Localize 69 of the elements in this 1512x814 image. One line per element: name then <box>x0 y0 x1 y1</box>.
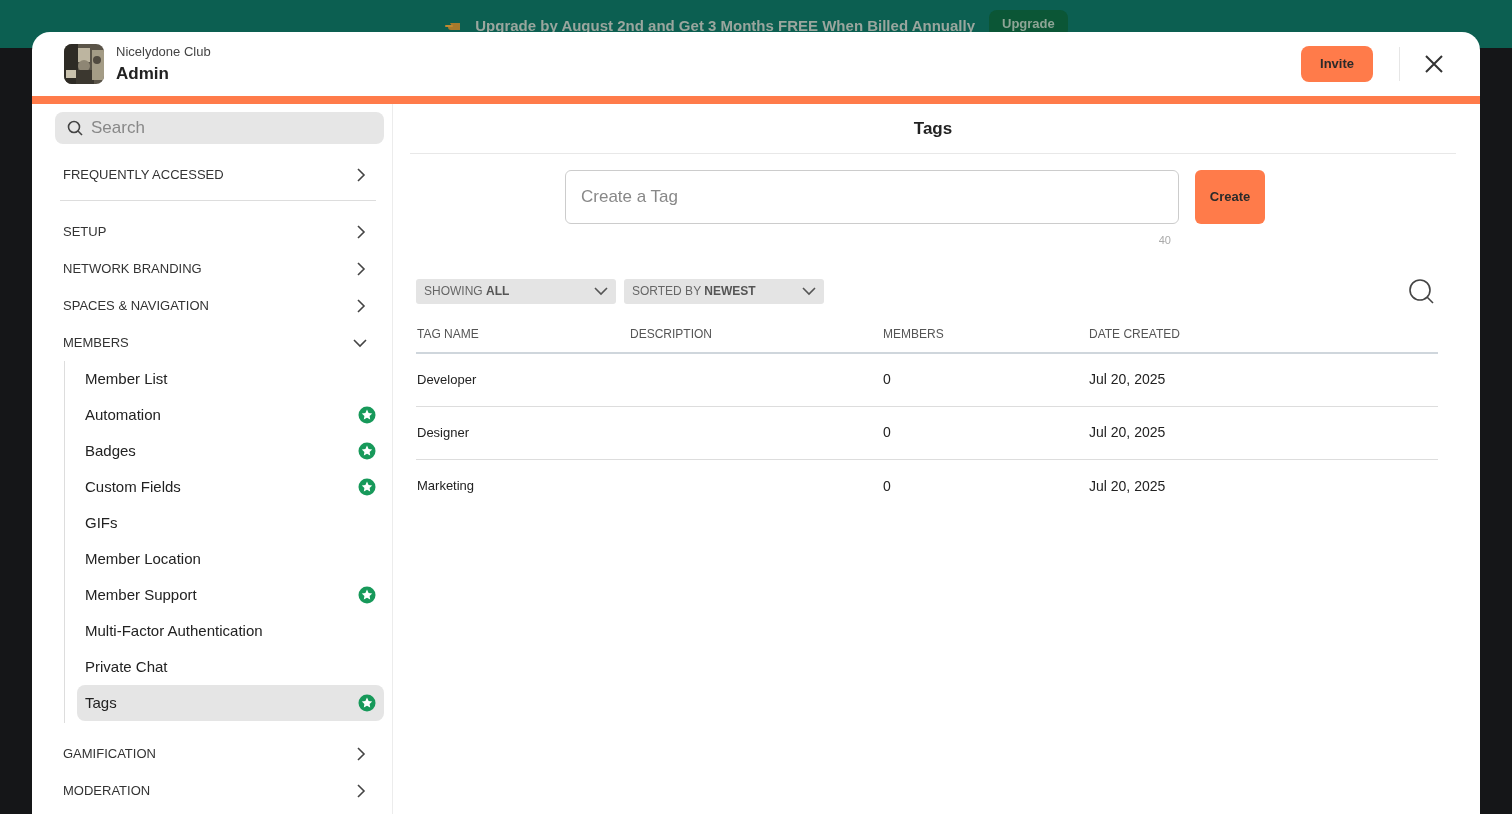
item-label: Member List <box>85 368 168 389</box>
chevron-right-icon <box>354 168 368 182</box>
search-icon <box>1409 278 1434 304</box>
column-header: DATE CREATED <box>1089 325 1181 343</box>
column-header: TAG NAME <box>416 325 480 343</box>
section-label: FREQUENTLY ACCESSED <box>63 166 224 185</box>
sidebar-item[interactable]: Badges <box>77 433 384 469</box>
section-title: Tags <box>913 117 953 140</box>
column-header: MEMBERS <box>883 325 945 343</box>
sidebar-section[interactable]: FREQUENTLY ACCESSED <box>55 150 384 200</box>
table-cell-text: Jul 20, 2025 <box>1089 423 1167 442</box>
section-label: NETWORK BRANDING <box>63 259 202 278</box>
chevron-right-icon <box>354 261 368 276</box>
filter-dropdown[interactable]: SHOWING ALL <box>416 278 616 304</box>
table-cell-text: Jul 20, 2025 <box>1089 476 1167 496</box>
item-label: Member Support <box>85 584 197 605</box>
sidebar-section[interactable]: SPACES & NAVIGATION <box>55 287 384 324</box>
search-icon <box>67 120 83 136</box>
close-icon <box>1424 54 1444 74</box>
table-cell-text: Developer <box>416 370 478 389</box>
table-cell-text: 0 <box>883 423 892 442</box>
section-label: MEMBERS <box>63 333 129 352</box>
sidebar-section[interactable]: MODERATION <box>55 772 384 809</box>
invite-button[interactable]: Invite <box>1301 46 1373 82</box>
chevron-right-icon <box>354 783 368 798</box>
sidebar-item[interactable]: Multi-Factor Authentication <box>77 613 384 649</box>
filter-dropdown[interactable]: SORTED BY NEWEST <box>624 278 824 304</box>
sidebar-item[interactable]: Private Chat <box>77 649 384 685</box>
tag-name-field[interactable]: Create a Tag <box>565 170 1179 224</box>
item-label: Tags <box>85 692 117 713</box>
sidebar-section[interactable]: GAMIFICATION <box>55 735 384 772</box>
column-header: DESCRIPTION <box>630 325 713 343</box>
pointing-hand-icon <box>444 20 462 32</box>
item-label: Multi-Factor Authentication <box>85 620 263 641</box>
item-label: Custom Fields <box>85 476 181 497</box>
sidebar-section[interactable]: SETUP <box>55 213 384 250</box>
table-cell-text: 0 <box>883 476 892 496</box>
table-cell-text: Jul 20, 2025 <box>1089 370 1167 389</box>
item-label: Private Chat <box>85 656 168 677</box>
sidebar-item[interactable]: Member List <box>77 361 384 397</box>
create-button[interactable]: Create <box>1195 170 1265 224</box>
sidebar-section[interactable]: NETWORK BRANDING <box>55 250 384 287</box>
search-field[interactable]: Search <box>55 112 384 144</box>
sidebar-item[interactable]: Custom Fields <box>77 469 384 505</box>
sidebar-item[interactable]: Member Support <box>77 577 384 613</box>
club-name: Nicelydone Club <box>116 42 211 61</box>
sidebar-section[interactable]: MEMBERS <box>55 324 384 361</box>
sidebar-item[interactable]: Automation <box>77 397 384 433</box>
section-label: GAMIFICATION <box>63 744 156 763</box>
section-label: MODERATION <box>63 781 151 800</box>
item-label: Automation <box>85 404 161 425</box>
character-counter: 40 <box>1157 233 1172 248</box>
sidebar-item[interactable]: GIFs <box>77 505 384 541</box>
sidebar-item[interactable]: Member Location <box>77 541 384 577</box>
chevron-right-icon <box>354 746 368 761</box>
chevron-down-icon <box>802 286 816 296</box>
chevron-down-icon <box>594 286 608 296</box>
item-label: GIFs <box>85 512 118 533</box>
chevron-right-icon <box>354 298 368 313</box>
item-label: Member Location <box>85 548 201 569</box>
table-cell-text: Designer <box>416 423 471 442</box>
sidebar-item[interactable]: Tags <box>77 685 384 721</box>
table-cell-text: 0 <box>883 370 892 389</box>
section-label: SETUP <box>63 222 107 241</box>
item-label: Badges <box>85 440 136 461</box>
table-cell-text: Marketing <box>416 477 476 496</box>
section-label: SPACES & NAVIGATION <box>63 296 209 315</box>
panel-title: Admin <box>116 63 170 85</box>
chevron-right-icon <box>354 224 368 239</box>
